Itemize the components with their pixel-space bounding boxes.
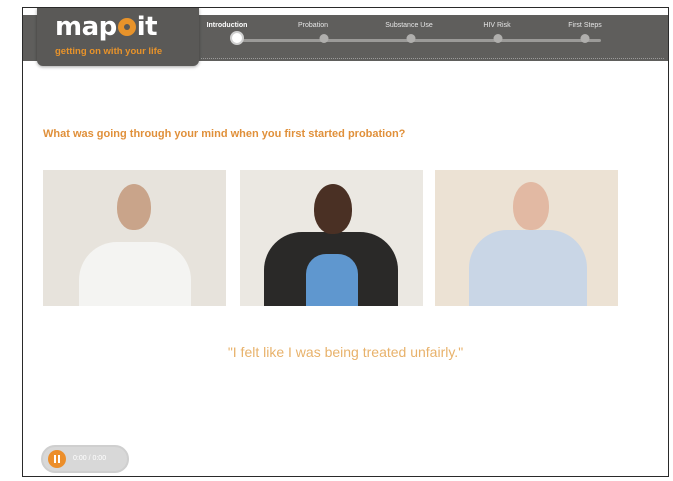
timecode: 0:00 / 0:00 <box>73 455 107 462</box>
speaker-3-torso <box>469 230 587 306</box>
nav-step-probation[interactable]: Probation <box>298 22 328 29</box>
speaker-3-head <box>513 182 549 230</box>
audio-player: 0:00 / 0:00 <box>41 445 129 473</box>
step-dot-first-steps[interactable] <box>580 34 590 43</box>
nav-step-substance-use[interactable]: Substance Use <box>385 22 432 29</box>
mapit-logo: map it <box>55 12 158 42</box>
app-frame: map it getting on with your life Introduc… <box>22 7 669 477</box>
dotted-divider <box>201 58 664 59</box>
speaker-2-head <box>314 184 352 234</box>
step-dot-hiv-risk[interactable] <box>493 34 503 43</box>
speaker-video-1[interactable] <box>43 170 226 306</box>
speaker-video-2[interactable] <box>240 170 423 306</box>
speaker-2-blue-top <box>306 254 358 306</box>
question-heading: What was going through your mind when yo… <box>43 128 406 140</box>
tagline: getting on with your life <box>55 46 163 57</box>
nav-step-introduction[interactable]: Introduction <box>207 22 248 29</box>
step-dot-substance-use[interactable] <box>406 34 416 43</box>
pause-button[interactable] <box>48 450 66 468</box>
nav-step-first-steps[interactable]: First Steps <box>568 22 601 29</box>
speaker-1-head <box>117 184 151 230</box>
speaker-video-3[interactable] <box>435 170 618 306</box>
quote-caption: "I felt like I was being treated unfairl… <box>227 344 464 360</box>
step-dot-introduction[interactable] <box>230 31 244 45</box>
compass-icon <box>117 18 136 36</box>
nav-step-hiv-risk[interactable]: HIV Risk <box>483 22 510 29</box>
step-dot-probation[interactable] <box>319 34 329 43</box>
progress-track <box>235 39 601 42</box>
speaker-1-torso <box>79 242 191 306</box>
logo-panel[interactable]: map it getting on with your life <box>37 8 199 66</box>
